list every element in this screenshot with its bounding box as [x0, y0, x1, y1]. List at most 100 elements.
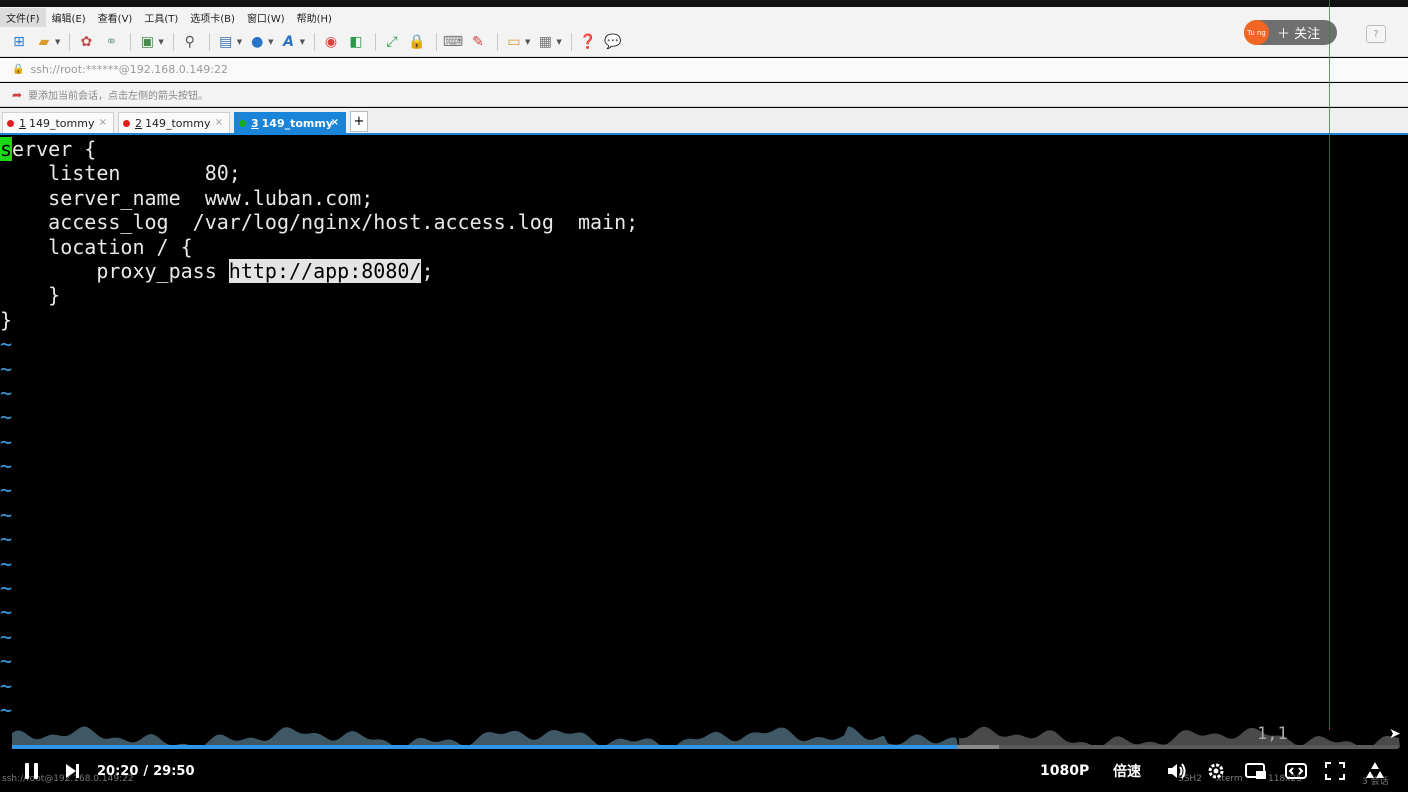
toolbar-separator: [208, 32, 210, 51]
code-line: }: [0, 283, 61, 308]
globe-icon[interactable]: ●: [246, 31, 268, 53]
search-icon[interactable]: ⚲: [179, 31, 201, 53]
xftp-icon[interactable]: ◉: [320, 31, 342, 53]
quality-button[interactable]: 1080P: [1040, 754, 1089, 788]
code-line: access_log /var/log/nginx/host.access.lo…: [0, 210, 639, 235]
address-bar[interactable]: 🔒 ssh://root:******@192.168.0.149:22: [0, 58, 1408, 82]
compose-icon[interactable]: ✎: [467, 31, 489, 53]
code-text: erver {: [12, 137, 97, 161]
code-line: location / {: [0, 234, 193, 259]
open-folder-icon[interactable]: ▰: [33, 31, 55, 53]
chevron-down-icon[interactable]: ▼: [556, 38, 561, 46]
chat-icon[interactable]: 💬: [602, 31, 624, 53]
follow-button[interactable]: Tu ng ＋ 关注: [1244, 20, 1337, 45]
menu-tools[interactable]: 工具(T): [138, 8, 184, 27]
menu-window[interactable]: 窗口(W): [241, 8, 291, 27]
menu-bar: 文件(F) 编辑(E) 查看(V) 工具(T) 选项卡(B) 窗口(W) 帮助(…: [0, 7, 1408, 27]
audio-waveform: [12, 726, 1400, 750]
hint-bar: ➦ 要添加当前会话，点击左侧的箭头按钮。: [0, 83, 1408, 107]
pip-button[interactable]: [1245, 754, 1267, 788]
current-time: 20:20: [97, 763, 139, 779]
empty-line-marker: ~: [0, 405, 13, 430]
hint-text: 要添加当前会话，点击左侧的箭头按钮。: [28, 91, 209, 102]
status-dot: [7, 119, 14, 127]
xshell-icon[interactable]: ◧: [345, 31, 367, 53]
transfer-icon[interactable]: ▭: [503, 31, 525, 53]
next-button[interactable]: [64, 754, 80, 788]
properties-icon[interactable]: ▣: [136, 31, 158, 53]
bookmark-arrow-icon[interactable]: ➦: [12, 88, 22, 102]
volume-button[interactable]: [1166, 754, 1188, 788]
toolbar-separator: [130, 32, 132, 51]
chevron-down-icon[interactable]: ▼: [237, 38, 242, 46]
font-icon[interactable]: A: [278, 31, 300, 53]
window-layout-icon[interactable]: ▦: [534, 31, 556, 53]
toolbar-separator: [374, 32, 376, 51]
widescreen-button[interactable]: [1285, 754, 1307, 788]
settings-button[interactable]: [1206, 754, 1226, 788]
session-tab-2[interactable]: 2 149_tommy ×: [118, 112, 230, 133]
question-icon[interactable]: ?: [1366, 25, 1386, 43]
connect-icon[interactable]: ✿: [75, 31, 97, 53]
close-icon[interactable]: ×: [331, 117, 339, 128]
fullscreen-button[interactable]: [1325, 754, 1345, 788]
lock-icon[interactable]: 🔒: [406, 31, 428, 53]
volume-icon: [1168, 763, 1186, 779]
toolbar-separator: [313, 32, 315, 51]
menu-view[interactable]: 查看(V): [92, 8, 139, 27]
chevron-down-icon[interactable]: ▼: [158, 38, 163, 46]
progress-played: [12, 745, 958, 749]
chevron-down-icon[interactable]: ▼: [55, 38, 60, 46]
empty-line-marker: ~: [0, 649, 13, 674]
disconnect-icon[interactable]: ⚭: [100, 31, 122, 53]
widescreen-icon: [1285, 763, 1307, 779]
empty-line-marker: ~: [0, 502, 13, 527]
session-tab-1[interactable]: 1 149_tommy ×: [2, 112, 114, 133]
total-time: 29:50: [153, 763, 195, 779]
close-icon[interactable]: ×: [99, 117, 107, 128]
guide-line: [1329, 0, 1330, 730]
progress-bar[interactable]: [12, 745, 1398, 749]
address-text: ssh://root:******@192.168.0.149:22: [30, 63, 228, 76]
empty-line-marker: ~: [0, 380, 13, 405]
player-controls: 20:20 / 29:50 1080P 倍速: [0, 754, 1408, 788]
add-tab-button[interactable]: +: [350, 111, 368, 132]
empty-line-marker: ~: [0, 673, 13, 698]
code-line: listen 80;: [0, 161, 241, 186]
menu-edit[interactable]: 编辑(E): [46, 8, 92, 27]
menu-file[interactable]: 文件(F): [0, 7, 46, 27]
keyboard-icon[interactable]: ⌨: [442, 31, 464, 53]
gear-icon: [1208, 763, 1224, 779]
toolbar-separator: [496, 32, 498, 51]
extra-button[interactable]: [1364, 754, 1386, 788]
empty-line-marker: ~: [0, 527, 13, 552]
session-tab-bar: 1 149_tommy × 2 149_tommy × 3 149_tommy …: [0, 108, 1408, 133]
chevron-down-icon[interactable]: ▼: [268, 38, 273, 46]
tab-label: 149_tommy: [29, 116, 95, 130]
chevron-down-icon[interactable]: ▼: [525, 38, 530, 46]
pause-button[interactable]: [24, 754, 40, 788]
speed-button[interactable]: 倍速: [1113, 754, 1141, 788]
mouse-pointer-icon: ➤: [1389, 726, 1401, 742]
vim-cursor-position: 1,1: [1257, 724, 1288, 744]
top-strip: [0, 0, 1408, 7]
new-session-icon[interactable]: ⊞: [8, 31, 30, 53]
fullscreen-icon[interactable]: ⤢: [381, 31, 403, 53]
code-line: server_name www.luban.com;: [0, 185, 374, 210]
menu-help[interactable]: 帮助(H): [291, 8, 338, 27]
follow-label: ＋ 关注: [1277, 27, 1321, 42]
close-icon[interactable]: ×: [215, 117, 223, 128]
toolbar-separator: [570, 32, 572, 51]
layout-icon[interactable]: ▤: [215, 31, 237, 53]
empty-line-marker: ~: [0, 478, 13, 503]
text-cursor: s: [0, 137, 13, 161]
chevron-down-icon[interactable]: ▼: [300, 38, 305, 46]
help-circle-icon[interactable]: ❓: [577, 31, 599, 53]
menu-tabs[interactable]: 选项卡(B): [184, 8, 241, 27]
session-tab-3[interactable]: 3 149_tommy ×: [234, 112, 346, 133]
terminal-screen[interactable]: server { listen 80; server_name www.luba…: [0, 137, 1408, 737]
empty-line-marker: ~: [0, 551, 13, 576]
empty-line-marker: ~: [0, 624, 13, 649]
empty-line-marker: ~: [0, 356, 13, 381]
tab-number: 2: [135, 116, 142, 130]
